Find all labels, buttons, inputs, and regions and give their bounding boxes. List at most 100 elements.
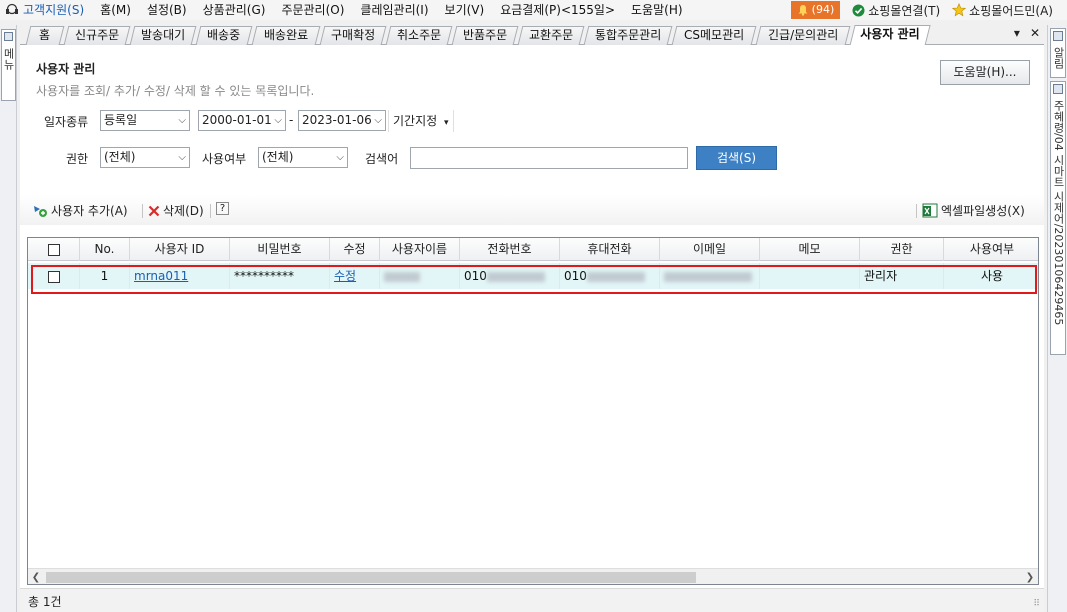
resize-grip-icon[interactable]: ⠿ [1033,599,1040,609]
date-from-picker[interactable]: 2000-01-01 ⌵ [198,110,286,131]
table-row[interactable]: 1 mrna011 ********** 수정 010 010 관리자 사용 [28,263,1038,289]
row-email [660,263,760,289]
add-user-button[interactable]: 사용자 추가(A) [32,202,128,219]
alert-count: (94) [811,3,835,16]
page-title: 사용자 관리 [36,62,96,76]
period-preset-dropdown[interactable]: 기간지정 ▾ [388,110,454,132]
user-grid: No. 사용자 ID 비밀번호 수정 사용자이름 전화번호 휴대전화 이메일 메… [27,237,1039,585]
total-count: 총 1건 [28,595,62,609]
tab-close-icon[interactable]: ✕ [1030,26,1040,40]
row-usage: 사용 [980,269,1004,283]
status-bar: 총 1건 ⠿ [20,588,1044,612]
redacted-name [384,271,420,282]
header-phone[interactable]: 전화번호 [460,238,560,261]
role-value: (전체) [104,150,136,164]
tab-new-orders[interactable]: 신규주문 [63,26,131,45]
help-button[interactable]: 도움말(H)... [940,60,1030,85]
header-no[interactable]: No. [80,238,130,261]
horizontal-scrollbar[interactable]: ❮ ❯ [28,568,1038,584]
menu-support-label: 고객지원(S) [23,3,85,17]
chevron-down-icon: ⌵ [374,115,382,126]
mall-admin-button[interactable]: 쇼핑몰어드민(A) [946,2,1059,19]
tab-purchase-confirmed[interactable]: 구매확정 [319,26,387,45]
header-password[interactable]: 비밀번호 [230,238,330,261]
history-panel-tab[interactable]: 주혜령/04 시마트 시제어/20230106429465 [1050,81,1066,355]
row-user-id-cell: mrna011 [130,263,230,289]
menu-view[interactable]: 보기(V) [437,0,493,20]
header-role[interactable]: 권한 [860,238,944,261]
panel-icon [1053,31,1063,41]
header-edit[interactable]: 수정 [330,238,380,261]
menu-home[interactable]: 홈(M) [92,0,139,20]
tab-returns[interactable]: 반품주문 [451,26,519,45]
panel-icon [4,32,13,41]
select-all-checkbox[interactable] [47,243,60,256]
toolbar-separator [142,204,143,218]
date-type-select[interactable]: 등록일 ⌵ [100,110,190,131]
excel-icon [922,203,938,218]
tab-cs-memo[interactable]: CS메모관리 [671,26,757,45]
toolbar-help-button[interactable]: ? [216,202,229,215]
toolbar-separator [916,204,917,218]
tab-integrated-orders[interactable]: 통합주문관리 [583,26,673,45]
usage-select[interactable]: (전체) ⌵ [258,147,348,168]
role-select[interactable]: (전체) ⌵ [100,147,190,168]
grid-toolbar: 사용자 추가(A) 삭제(D) ? 엑셀파일생성(X) [20,195,1044,225]
headset-icon [4,3,20,17]
menu-help[interactable]: 도움말(H) [623,0,691,20]
tab-home[interactable]: 홈 [25,26,65,45]
chevron-down-icon: ⌵ [178,152,186,163]
user-id-link[interactable]: mrna011 [134,269,188,283]
menu-settings[interactable]: 설정(B) [139,0,195,20]
mall-connect-button[interactable]: 쇼핑몰연결(T) [846,2,946,19]
mall-connect-label: 쇼핑몰연결(T) [868,3,941,18]
menu-orders[interactable]: 주문관리(O) [273,0,352,20]
date-from-value: 2000-01-01 [202,113,272,127]
tab-urgent-inquiry[interactable]: 긴급/문의관리 [755,26,851,45]
row-select-cell [28,263,80,289]
header-memo[interactable]: 메모 [760,238,860,261]
delete-button[interactable]: 삭제(D) [148,202,204,219]
menu-panel-tab[interactable]: 메뉴 [1,29,16,101]
export-excel-button[interactable]: 엑셀파일생성(X) [922,202,1025,219]
header-email[interactable]: 이메일 [660,238,760,261]
row-checkbox[interactable] [47,270,60,283]
role-label: 권한 [66,152,89,166]
header-mobile[interactable]: 휴대전화 [560,238,660,261]
redacted-phone [486,271,545,282]
tab-list-dropdown-icon[interactable]: ▾ [1014,26,1020,40]
scroll-thumb[interactable] [46,572,696,583]
tab-exchanges[interactable]: 교환주문 [517,26,585,45]
caret-down-icon: ▾ [444,118,449,128]
document-tab-bar: 홈 신규주문 발송대기 배송중 배송완료 구매확정 취소주문 반품주문 교환주문… [20,24,1044,46]
keyword-label: 검색어 [365,152,399,166]
tab-delivered[interactable]: 배송완료 [251,26,321,45]
add-user-label: 사용자 추가(A) [51,204,128,218]
search-button[interactable]: 검색(S) [696,146,777,170]
scroll-right-icon[interactable]: ❯ [1022,569,1038,584]
scroll-left-icon[interactable]: ❮ [28,569,44,584]
bell-icon [797,4,809,16]
tab-user-management[interactable]: 사용자 관리 [849,25,931,46]
tab-cancelled[interactable]: 취소주문 [385,26,453,45]
date-to-picker[interactable]: 2023-01-06 ⌵ [298,110,386,131]
export-excel-label: 엑셀파일생성(X) [941,204,1025,218]
phone-value: 010 [464,269,487,283]
right-rail: 알림 주혜령/04 시마트 시제어/20230106429465 [1047,25,1067,612]
alert-panel-tab[interactable]: 알림 [1050,28,1066,78]
menu-products[interactable]: 상품관리(G) [195,0,274,20]
menu-claims[interactable]: 클레임관리(I) [352,0,436,20]
menu-billing[interactable]: 요금결제(P)<155일> [492,0,623,20]
period-preset-label: 기간지정 [393,114,438,128]
delete-x-icon [148,205,160,217]
keyword-input[interactable] [410,147,688,169]
edit-link[interactable]: 수정 [334,269,356,283]
header-user-id[interactable]: 사용자 ID [130,238,230,261]
header-user-name[interactable]: 사용자이름 [380,238,460,261]
alert-badge[interactable]: (94) [790,1,841,19]
header-select-all[interactable] [28,238,80,261]
tab-awaiting-shipment[interactable]: 발송대기 [129,26,197,45]
tab-in-delivery[interactable]: 배송중 [195,26,253,45]
header-usage[interactable]: 사용여부 [944,238,1038,261]
menu-support[interactable]: 고객지원(S) [0,0,92,20]
